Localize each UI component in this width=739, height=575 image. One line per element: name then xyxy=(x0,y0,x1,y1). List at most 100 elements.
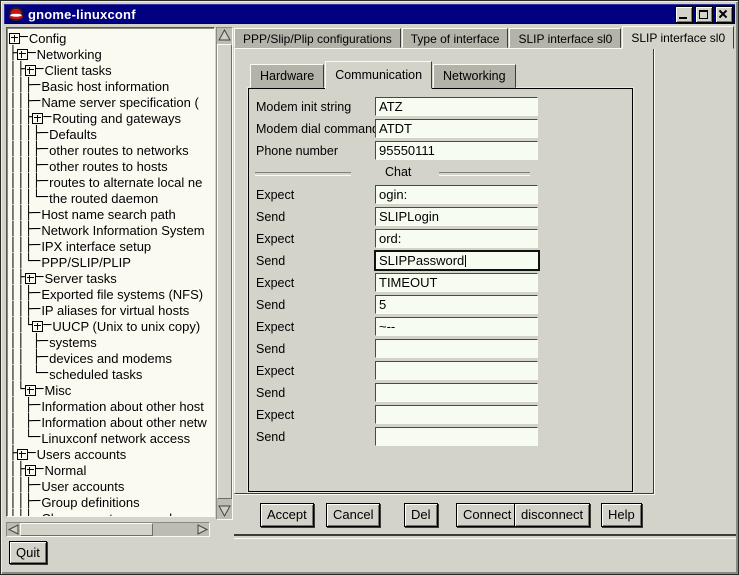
tree-item-label: Client tasks xyxy=(44,63,111,78)
tree-item-misc[interactable]: │└─Misc xyxy=(9,382,214,398)
tree-item-defaults[interactable]: │││├─Defaults xyxy=(9,126,214,142)
tree-item-information-about-other-netw[interactable]: │ ├─Information about other netw xyxy=(9,414,214,430)
tree-item-users-accounts[interactable]: ├─Users accounts xyxy=(9,446,214,462)
tree-item-ipx-interface-setup[interactable]: ││├─IPX interface setup xyxy=(9,238,214,254)
maximize-button[interactable] xyxy=(695,6,713,23)
field-input-send[interactable] xyxy=(375,427,538,446)
tree-item-the-routed-daemon[interactable]: │││└─the routed daemon xyxy=(9,190,214,206)
field-input-send[interactable]: 5 xyxy=(375,295,538,314)
field-input-expect[interactable] xyxy=(375,361,538,380)
config-tree[interactable]: ─Config├─Networking│├─Client tasks││├─Ba… xyxy=(6,27,215,517)
tree-item-change-root-password[interactable]: ││├─Change root password xyxy=(9,510,214,517)
expand-box-icon[interactable] xyxy=(17,49,28,60)
expand-box-icon[interactable] xyxy=(25,65,36,76)
tree-horizontal-scrollbar[interactable] xyxy=(6,522,210,537)
minimize-button[interactable] xyxy=(675,6,693,23)
tab-slip-interface-sl0-2[interactable]: SLIP interface sl0 xyxy=(509,28,621,48)
tree-item-other-routes-to-networks[interactable]: │││├─other routes to networks xyxy=(9,142,214,158)
tree-item-label: Normal xyxy=(44,463,86,478)
tree-item-name-server-specification[interactable]: ││├─Name server specification ( xyxy=(9,94,214,110)
tab-networking-2[interactable]: Networking xyxy=(433,64,516,88)
tree-item-label: Networking xyxy=(37,47,102,62)
tab-hardware-0[interactable]: Hardware xyxy=(250,64,324,88)
tree-item-server-tasks[interactable]: │├─Server tasks xyxy=(9,270,214,286)
tree-item-systems[interactable]: ││ ├─systems xyxy=(9,334,214,350)
tree-item-devices-and-modems[interactable]: ││ ├─devices and modems xyxy=(9,350,214,366)
tree-item-config[interactable]: ─Config xyxy=(9,30,214,46)
tree-item-label: PPP/SLIP/PLIP xyxy=(41,255,131,270)
field-input-send[interactable]: SLIPLogin xyxy=(375,207,538,226)
scroll-down-icon[interactable] xyxy=(217,503,232,518)
expand-box-icon[interactable] xyxy=(25,273,36,284)
horizontal-scroll-thumb[interactable] xyxy=(20,523,153,536)
disconnect-button[interactable]: disconnect xyxy=(514,503,590,527)
tree-item-scheduled-tasks[interactable]: ││ └─scheduled tasks xyxy=(9,366,214,382)
close-button[interactable] xyxy=(715,6,733,23)
tree-item-networking[interactable]: ├─Networking xyxy=(9,46,214,62)
tree-item-label: other routes to networks xyxy=(49,143,188,158)
field-input-modem-init-string[interactable]: ATZ xyxy=(375,97,538,116)
help-button[interactable]: Help xyxy=(601,503,642,527)
vertical-scroll-thumb[interactable] xyxy=(217,44,232,499)
expand-box-icon[interactable] xyxy=(32,321,43,332)
tree-item-label: UUCP (Unix to unix copy) xyxy=(52,319,200,334)
tab-ppp-slip-plip-configurations-0[interactable]: PPP/Slip/Plip configurations xyxy=(234,28,401,48)
tree-guides: ││├─ xyxy=(9,494,40,510)
field-input-send[interactable] xyxy=(375,383,538,402)
expand-box-icon[interactable] xyxy=(9,33,20,44)
expand-box-icon[interactable] xyxy=(17,449,28,460)
field-input-send[interactable]: SLIPPassword xyxy=(374,250,540,271)
tree-guides: │ ├─ xyxy=(9,398,40,414)
expand-box-icon[interactable] xyxy=(32,113,43,124)
cancel-button[interactable]: Cancel xyxy=(326,503,380,527)
tree-item-normal[interactable]: │├─Normal xyxy=(9,462,214,478)
scroll-up-icon[interactable] xyxy=(217,28,232,43)
field-input-modem-dial-command[interactable]: ATDT xyxy=(375,119,538,138)
tree-item-information-about-other-host[interactable]: │ ├─Information about other host xyxy=(9,398,214,414)
tree-guides: ─ xyxy=(36,462,44,478)
tree-item-network-information-system[interactable]: ││├─Network Information System xyxy=(9,222,214,238)
tree-item-label: Network Information System xyxy=(41,223,204,238)
tree-item-label: Host name search path xyxy=(41,207,175,222)
tree-item-group-definitions[interactable]: ││├─Group definitions xyxy=(9,494,214,510)
expand-box-icon[interactable] xyxy=(25,385,36,396)
field-input-expect[interactable]: ord: xyxy=(375,229,538,248)
field-label: Expect xyxy=(256,276,294,290)
del-button[interactable]: Del xyxy=(404,503,438,527)
tree-guides: ││├─ xyxy=(9,510,40,517)
tree-item-label: Config xyxy=(29,31,67,46)
tree-item-host-name-search-path[interactable]: ││├─Host name search path xyxy=(9,206,214,222)
tree-item-client-tasks[interactable]: │├─Client tasks xyxy=(9,62,214,78)
tree-item-linuxconf-network-access[interactable]: │ └─Linuxconf network access xyxy=(9,430,214,446)
connect-button[interactable]: Connect xyxy=(456,503,518,527)
tree-guides: ││├─ xyxy=(9,286,40,302)
quit-button[interactable]: Quit xyxy=(9,541,47,564)
field-input-expect[interactable]: ogin: xyxy=(375,185,538,204)
field-input-expect[interactable]: TIMEOUT xyxy=(375,273,538,292)
tree-item-routing-and-gateways[interactable]: ││├─Routing and gateways xyxy=(9,110,214,126)
tree-guides: ─ xyxy=(43,110,51,126)
scroll-left-icon[interactable] xyxy=(7,523,20,536)
field-input-phone-number[interactable]: 95550111 xyxy=(375,141,538,160)
scroll-right-icon[interactable] xyxy=(196,523,209,536)
tab-type-of-interface-1[interactable]: Type of interface xyxy=(402,28,509,48)
accept-button[interactable]: Accept xyxy=(260,503,314,527)
field-input-expect[interactable] xyxy=(375,405,538,424)
tree-item-ppp-slip-plip[interactable]: ││└─PPP/SLIP/PLIP xyxy=(9,254,214,270)
field-row: SendSLIPPassword xyxy=(249,251,632,273)
tree-item-routes-to-alternate-local-ne[interactable]: │││├─routes to alternate local ne xyxy=(9,174,214,190)
tree-item-exported-file-systems-nfs[interactable]: ││├─Exported file systems (NFS) xyxy=(9,286,214,302)
tab-slip-interface-sl0-3[interactable]: SLIP interface sl0 xyxy=(622,26,734,49)
tree-item-other-routes-to-hosts[interactable]: │││├─other routes to hosts xyxy=(9,158,214,174)
expand-box-icon[interactable] xyxy=(25,465,36,476)
tree-item-uucp-unix-to-unix-copy[interactable]: ││└─UUCP (Unix to unix copy) xyxy=(9,318,214,334)
tab-communication-1[interactable]: Communication xyxy=(325,61,432,89)
tree-guides: │ └─ xyxy=(9,430,40,446)
tree-item-basic-host-information[interactable]: ││├─Basic host information xyxy=(9,78,214,94)
field-input-send[interactable] xyxy=(375,339,538,358)
tree-item-ip-aliases-for-virtual-hosts[interactable]: ││├─IP aliases for virtual hosts xyxy=(9,302,214,318)
tree-vertical-scrollbar[interactable] xyxy=(216,27,233,520)
tree-item-user-accounts[interactable]: ││├─User accounts xyxy=(9,478,214,494)
redhat-icon xyxy=(8,6,24,22)
field-input-expect[interactable]: ~-- xyxy=(375,317,538,336)
